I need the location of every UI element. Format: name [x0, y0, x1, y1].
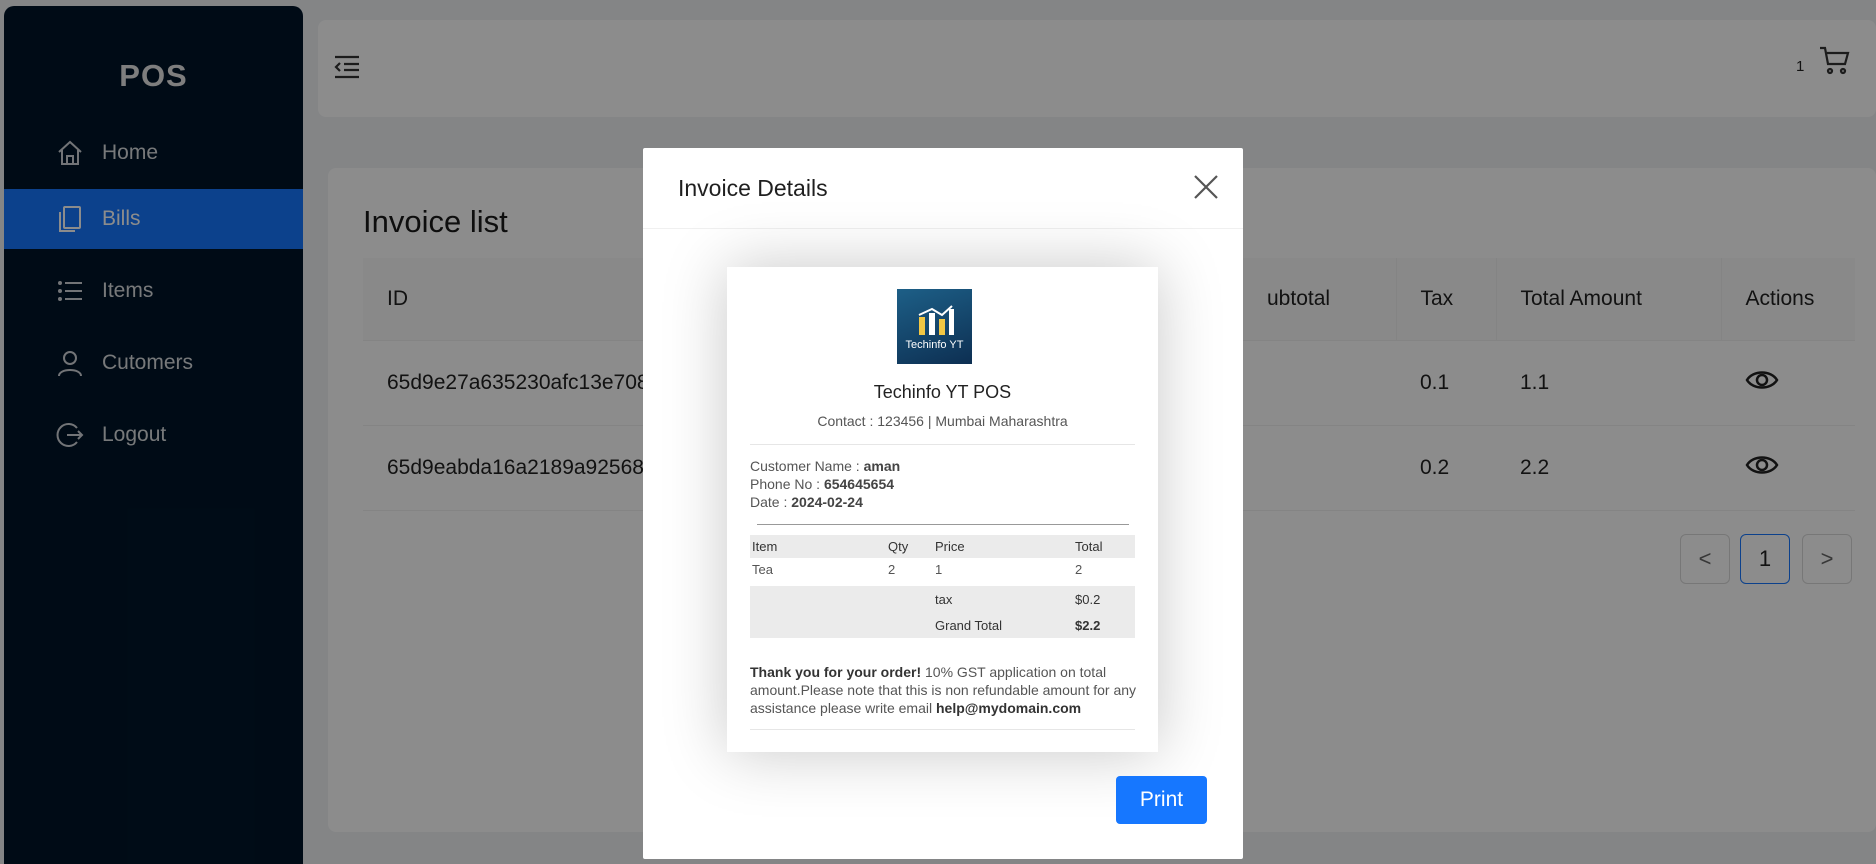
date-value: 2024-02-24: [791, 494, 863, 510]
column-header: Price: [933, 535, 1073, 558]
store-logo: Techinfo YT: [897, 289, 972, 364]
close-icon[interactable]: [1191, 172, 1221, 202]
logo-text: Techinfo YT: [905, 338, 964, 351]
customer-info: Customer Name : aman Phone No : 65464565…: [750, 457, 900, 511]
divider: [750, 444, 1135, 445]
item-qty: 2: [888, 562, 896, 577]
customer-name-row: Customer Name : aman: [750, 457, 900, 475]
invoice-details-modal: Invoice Details Techinfo YT Techinfo YT …: [643, 148, 1243, 859]
modal-header: Invoice Details: [643, 148, 1243, 229]
column-header: Item: [750, 535, 886, 558]
tax-value: $0.2: [1073, 586, 1135, 612]
store-contact: Contact : 123456 | Mumbai Maharashtra: [817, 413, 1068, 429]
column-header: Total: [1073, 535, 1135, 558]
item-name: Tea: [752, 562, 773, 577]
phone-row: Phone No : 654645654: [750, 475, 900, 493]
receipt-items-table: Item Qty Price Total Tea 2 1 2 tax $0.2 …: [750, 535, 1135, 638]
grand-total-label: Grand Total: [933, 612, 1073, 638]
divider: [750, 729, 1135, 730]
tax-row: tax $0.2: [750, 586, 1135, 612]
date-row: Date : 2024-02-24: [750, 493, 900, 511]
tax-label: tax: [933, 586, 1073, 612]
thank-you-note: Thank you for your order! 10% GST applic…: [750, 663, 1140, 717]
receipt-item-row: Tea 2 1 2: [750, 558, 1135, 581]
chart-logo-icon: [918, 304, 954, 335]
item-price: 1: [935, 562, 943, 577]
phone-value: 654645654: [823, 476, 895, 492]
divider: [757, 524, 1129, 525]
support-email: help@mydomain.com: [935, 700, 1082, 716]
invoice-receipt: Techinfo YT Techinfo YT POS Contact : 12…: [727, 267, 1158, 752]
thank-you-heading: Thank you for your order!: [750, 664, 922, 680]
item-total: 2: [1075, 562, 1083, 577]
print-button[interactable]: Print: [1116, 776, 1207, 824]
modal-title: Invoice Details: [678, 175, 828, 201]
customer-name-label: Customer Name :: [750, 458, 860, 474]
phone-label: Phone No :: [750, 476, 821, 492]
column-header: Qty: [886, 535, 933, 558]
date-label: Date :: [750, 494, 788, 510]
customer-name-value: aman: [863, 458, 901, 474]
store-name: Techinfo YT POS: [873, 382, 1012, 402]
grand-total-value: $2.2: [1073, 612, 1135, 638]
grand-total-row: Grand Total $2.2: [750, 612, 1135, 638]
receipt-header-row: Item Qty Price Total: [750, 535, 1135, 558]
